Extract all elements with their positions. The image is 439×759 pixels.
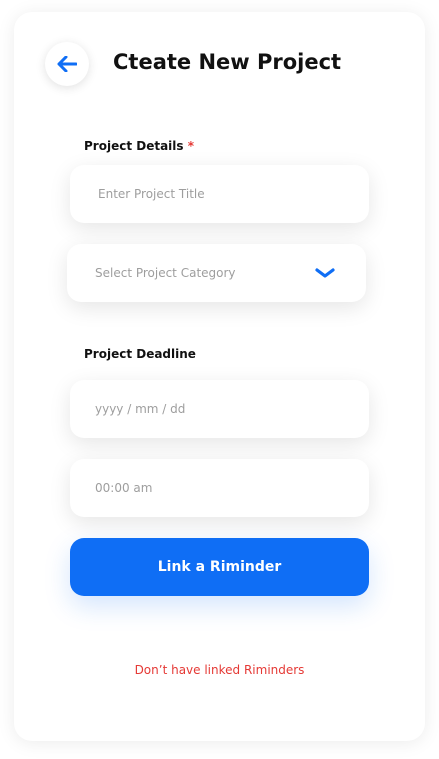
deadline-date-field[interactable] (70, 380, 369, 438)
project-category-select[interactable]: Select Project Category (67, 244, 366, 302)
link-reminder-button[interactable]: Link a Riminder (70, 538, 369, 596)
project-details-label-text: Project Details (84, 139, 184, 153)
arrow-left-icon (57, 56, 77, 72)
project-title-field[interactable] (70, 165, 369, 223)
required-mark: * (187, 139, 195, 153)
project-category-placeholder: Select Project Category (95, 266, 236, 280)
no-linked-reminders-link[interactable]: Don’t have linked Riminders (0, 663, 439, 677)
deadline-time-field[interactable] (70, 459, 369, 517)
back-button[interactable] (45, 42, 89, 86)
form-card (14, 12, 425, 741)
project-deadline-label: Project Deadline (84, 347, 196, 361)
project-title-input[interactable] (98, 187, 369, 201)
chevron-down-icon (315, 268, 335, 278)
page-title: Cteate New Project (113, 50, 342, 74)
deadline-time-input[interactable] (95, 481, 369, 495)
project-details-label: Project Details * (84, 139, 194, 153)
deadline-date-input[interactable] (95, 402, 369, 416)
